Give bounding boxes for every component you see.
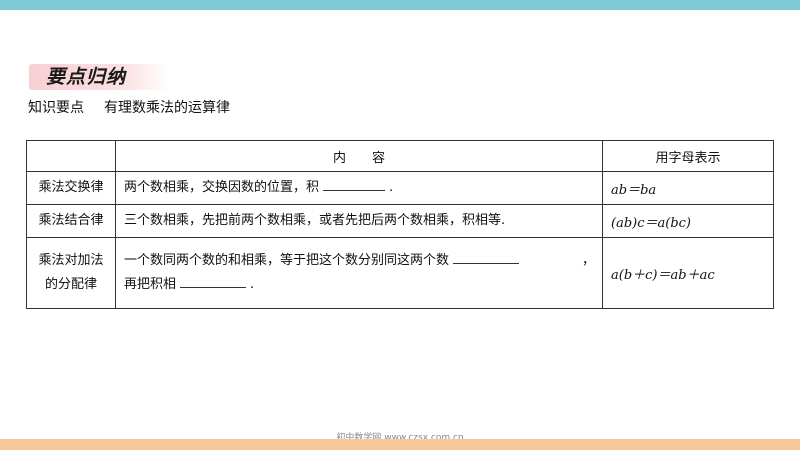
content-text-end: . xyxy=(250,277,255,292)
table-row: 乘法交换律 两个数相乘，交换因数的位置，积. ab＝ba xyxy=(26,171,774,205)
fill-blank[interactable] xyxy=(453,250,520,264)
rule-content-cell: 两个数相乘，交换因数的位置，积. xyxy=(115,171,603,205)
rule-name-cell: 乘法结合律 xyxy=(26,204,116,238)
rule-formula-cell: (ab)c＝a(bc) xyxy=(602,204,774,238)
header-name-cell xyxy=(26,140,116,172)
content-comma: ， xyxy=(582,253,596,268)
topic-label: 知识要点 xyxy=(28,100,84,116)
rule-name-cell: 乘法交换律 xyxy=(26,171,116,205)
section-title: 要点归纳 xyxy=(46,66,127,88)
content-text-end: . xyxy=(389,180,394,195)
header-content-cell: 内 容 xyxy=(115,140,603,172)
topic-line: 知识要点 有理数乘法的运算律 xyxy=(28,98,230,118)
content-text: 一个数同两个数的和相乘，等于把这个数分别同这两个数 xyxy=(124,253,450,268)
topic-title: 有理数乘法的运算律 xyxy=(104,100,230,116)
rule-content-cell: 三个数相乘，先把前两个数相乘，或者先把后两个数相乘，积相等. xyxy=(115,204,603,238)
rule-name-cell: 乘法对加法 的分配律 xyxy=(26,237,116,309)
content-text: 再把积相 xyxy=(124,277,177,292)
table-row: 乘法对加法的分配律 一个数同两个数的和相乘，等于把这个数分别同这两个数 ， 再把积… xyxy=(26,237,774,309)
table-row: 乘法结合律 三个数相乘，先把前两个数相乘，或者先把后两个数相乘，积相等. (ab… xyxy=(26,204,774,238)
rule-content-cell: 一个数同两个数的和相乘，等于把这个数分别同这两个数 ， 再把积相. xyxy=(115,237,603,309)
content-line2: 再把积相. xyxy=(124,273,594,297)
rule-formula-cell: a(b＋c)＝ab＋ac xyxy=(602,237,774,309)
fill-blank[interactable] xyxy=(180,274,247,288)
content-line1: 一个数同两个数的和相乘，等于把这个数分别同这两个数 ， xyxy=(124,249,596,273)
rule-name-line2: 的分配律 xyxy=(44,277,97,292)
content-text: 两个数相乘，交换因数的位置，积 xyxy=(124,180,320,195)
fill-blank[interactable] xyxy=(323,177,386,191)
header-formula-cell: 用字母表示 xyxy=(602,140,774,172)
rule-name-line1: 乘法对加法 xyxy=(38,253,104,268)
bottom-accent-bar xyxy=(0,439,800,450)
rules-table: 内 容 用字母表示 乘法交换律 两个数相乘，交换因数的位置，积. ab＝ba 乘… xyxy=(26,140,774,309)
rule-formula-cell: ab＝ba xyxy=(602,171,774,205)
top-accent-bar xyxy=(0,0,800,10)
table-header-row: 内 容 用字母表示 xyxy=(26,140,774,172)
